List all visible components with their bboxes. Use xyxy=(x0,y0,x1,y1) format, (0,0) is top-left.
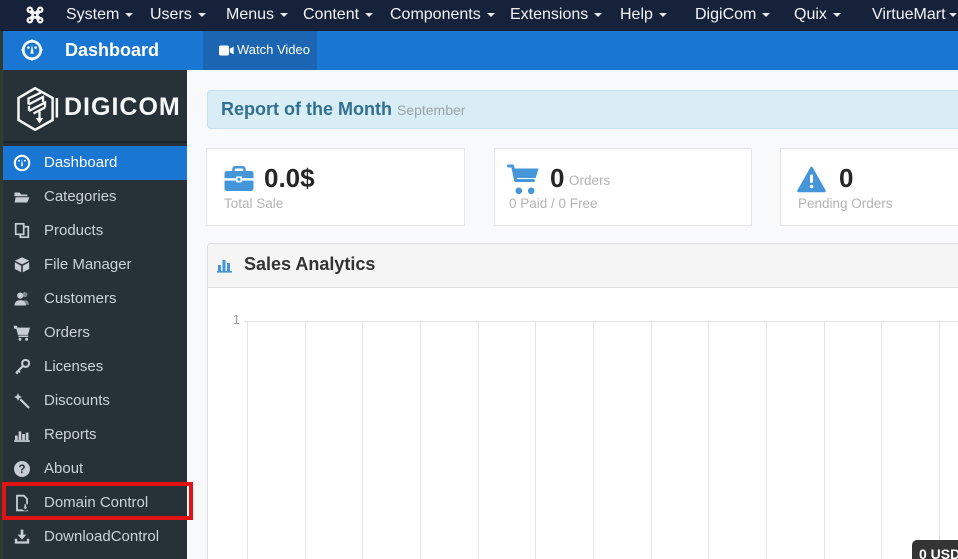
svg-text:?: ? xyxy=(18,464,25,476)
